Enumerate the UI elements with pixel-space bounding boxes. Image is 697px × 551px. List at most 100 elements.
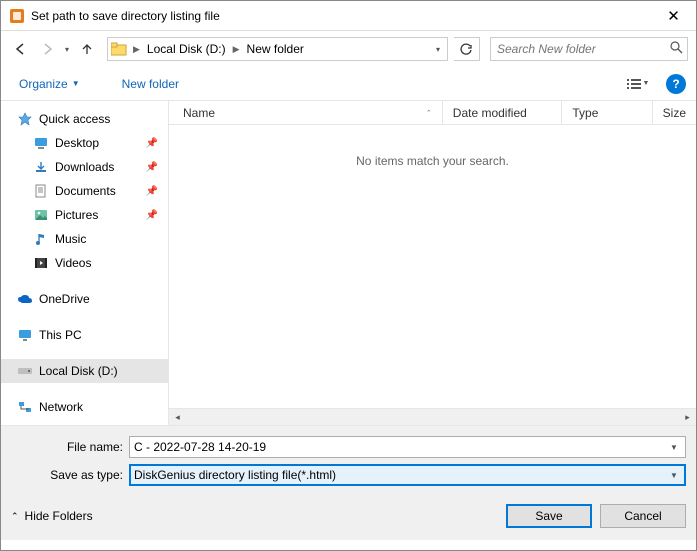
- navigation-pane[interactable]: Quick access Desktop 📌 Downloads 📌 Docum…: [1, 101, 168, 425]
- drive-icon: [17, 363, 33, 379]
- breadcrumb-item[interactable]: New folder: [243, 38, 308, 60]
- column-label: Date modified: [453, 106, 527, 120]
- forward-button: [35, 37, 59, 61]
- refresh-button[interactable]: [454, 37, 480, 61]
- column-size[interactable]: Size: [653, 101, 696, 124]
- file-name-label: File name:: [11, 440, 129, 454]
- address-bar[interactable]: ▶ Local Disk (D:) ▶ New folder ▾: [107, 37, 448, 61]
- address-dropdown[interactable]: ▾: [429, 45, 447, 54]
- save-button[interactable]: Save: [506, 504, 592, 528]
- videos-icon: [33, 255, 49, 271]
- nav-this-pc[interactable]: This PC: [1, 323, 168, 347]
- column-label: Size: [663, 106, 686, 120]
- column-label: Type: [572, 106, 598, 120]
- search-box[interactable]: [490, 37, 688, 61]
- nav-onedrive[interactable]: OneDrive: [1, 287, 168, 311]
- chevron-up-icon: ⌃: [11, 511, 19, 522]
- save-type-label: Save as type:: [11, 468, 129, 482]
- footer-row: ⌃ Hide Folders Save Cancel: [11, 504, 686, 528]
- title-bar: Set path to save directory listing file …: [1, 1, 696, 31]
- pin-icon: 📌: [146, 210, 158, 221]
- save-type-select[interactable]: DiskGenius directory listing file(*.html…: [129, 464, 686, 486]
- organize-button[interactable]: Organize ▼: [11, 74, 88, 94]
- breadcrumb-item[interactable]: Local Disk (D:): [143, 38, 230, 60]
- chevron-right-icon[interactable]: ▶: [230, 44, 243, 55]
- nav-pictures[interactable]: Pictures 📌: [1, 203, 168, 227]
- up-button[interactable]: [75, 37, 99, 61]
- music-icon: [33, 231, 49, 247]
- hide-folders-label: Hide Folders: [25, 509, 93, 523]
- nav-label: Videos: [55, 256, 91, 270]
- chevron-down-icon: ▼: [72, 79, 80, 88]
- nav-label: Quick access: [39, 112, 110, 126]
- scroll-left-button[interactable]: ◂: [169, 409, 186, 426]
- column-date-modified[interactable]: Date modified: [443, 101, 563, 124]
- back-button[interactable]: [9, 37, 33, 61]
- new-folder-button[interactable]: New folder: [114, 74, 187, 94]
- scroll-right-button[interactable]: ▸: [679, 409, 696, 426]
- nav-downloads[interactable]: Downloads 📌: [1, 155, 168, 179]
- desktop-icon: [33, 135, 49, 151]
- app-icon: [9, 8, 25, 24]
- search-input[interactable]: [495, 41, 670, 57]
- pin-icon: 📌: [146, 162, 158, 173]
- organize-label: Organize: [19, 77, 68, 91]
- chevron-down-icon: ▼: [643, 80, 650, 87]
- downloads-icon: [33, 159, 49, 175]
- close-button[interactable]: ✕: [651, 1, 696, 30]
- column-label: Name: [179, 106, 215, 120]
- nav-local-disk-d[interactable]: Local Disk (D:): [1, 359, 168, 383]
- toolbar: Organize ▼ New folder ▼ ?: [1, 67, 696, 101]
- chevron-down-icon[interactable]: ▼: [667, 443, 681, 452]
- horizontal-scrollbar[interactable]: ◂ ▸: [169, 408, 696, 425]
- star-icon: [17, 111, 33, 127]
- nav-label: OneDrive: [39, 292, 90, 306]
- nav-label: This PC: [39, 328, 82, 342]
- nav-label: Desktop: [55, 136, 99, 150]
- search-icon[interactable]: [670, 41, 683, 57]
- nav-network[interactable]: Network: [1, 395, 168, 419]
- nav-music[interactable]: Music: [1, 227, 168, 251]
- network-icon: [17, 399, 33, 415]
- pin-icon: 📌: [146, 186, 158, 197]
- nav-label: Music: [55, 232, 86, 246]
- nav-label: Network: [39, 400, 83, 414]
- nav-videos[interactable]: Videos: [1, 251, 168, 275]
- column-type[interactable]: Type: [562, 101, 652, 124]
- view-options-button[interactable]: ▼: [622, 73, 654, 95]
- nav-documents[interactable]: Documents 📌: [1, 179, 168, 203]
- empty-message: No items match your search.: [169, 125, 696, 408]
- file-list-pane: Name ⌃ Date modified Type Size No items …: [168, 101, 696, 425]
- column-name[interactable]: Name ⌃: [169, 101, 443, 124]
- onedrive-icon: [17, 291, 33, 307]
- pictures-icon: [33, 207, 49, 223]
- nav-row: ▾ ▶ Local Disk (D:) ▶ New folder ▾: [1, 31, 696, 67]
- dialog-body: Quick access Desktop 📌 Downloads 📌 Docum…: [1, 101, 696, 425]
- nav-desktop[interactable]: Desktop 📌: [1, 131, 168, 155]
- new-folder-label: New folder: [122, 77, 179, 91]
- window-title: Set path to save directory listing file: [31, 9, 651, 23]
- file-name-input[interactable]: C - 2022-07-28 14-20-19 ▼: [129, 436, 686, 458]
- hide-folders-button[interactable]: ⌃ Hide Folders: [11, 509, 93, 523]
- save-type-value: DiskGenius directory listing file(*.html…: [134, 468, 667, 482]
- column-headers: Name ⌃ Date modified Type Size: [169, 101, 696, 125]
- nav-label: Downloads: [55, 160, 114, 174]
- cancel-button[interactable]: Cancel: [600, 504, 686, 528]
- sort-caret-icon: ⌃: [426, 109, 432, 117]
- nav-quick-access[interactable]: Quick access: [1, 107, 168, 131]
- chevron-right-icon[interactable]: ▶: [130, 44, 143, 55]
- file-name-value: C - 2022-07-28 14-20-19: [134, 440, 667, 454]
- documents-icon: [33, 183, 49, 199]
- nav-label: Documents: [55, 184, 116, 198]
- file-name-row: File name: C - 2022-07-28 14-20-19 ▼: [11, 436, 686, 458]
- bottom-panel: File name: C - 2022-07-28 14-20-19 ▼ Sav…: [1, 425, 696, 540]
- this-pc-icon: [17, 327, 33, 343]
- save-type-row: Save as type: DiskGenius directory listi…: [11, 464, 686, 486]
- nav-label: Local Disk (D:): [39, 364, 118, 378]
- chevron-down-icon[interactable]: ▼: [667, 471, 681, 480]
- recent-dropdown[interactable]: ▾: [61, 37, 73, 61]
- pin-icon: 📌: [146, 138, 158, 149]
- nav-label: Pictures: [55, 208, 98, 222]
- help-button[interactable]: ?: [666, 74, 686, 94]
- folder-icon: [108, 42, 130, 56]
